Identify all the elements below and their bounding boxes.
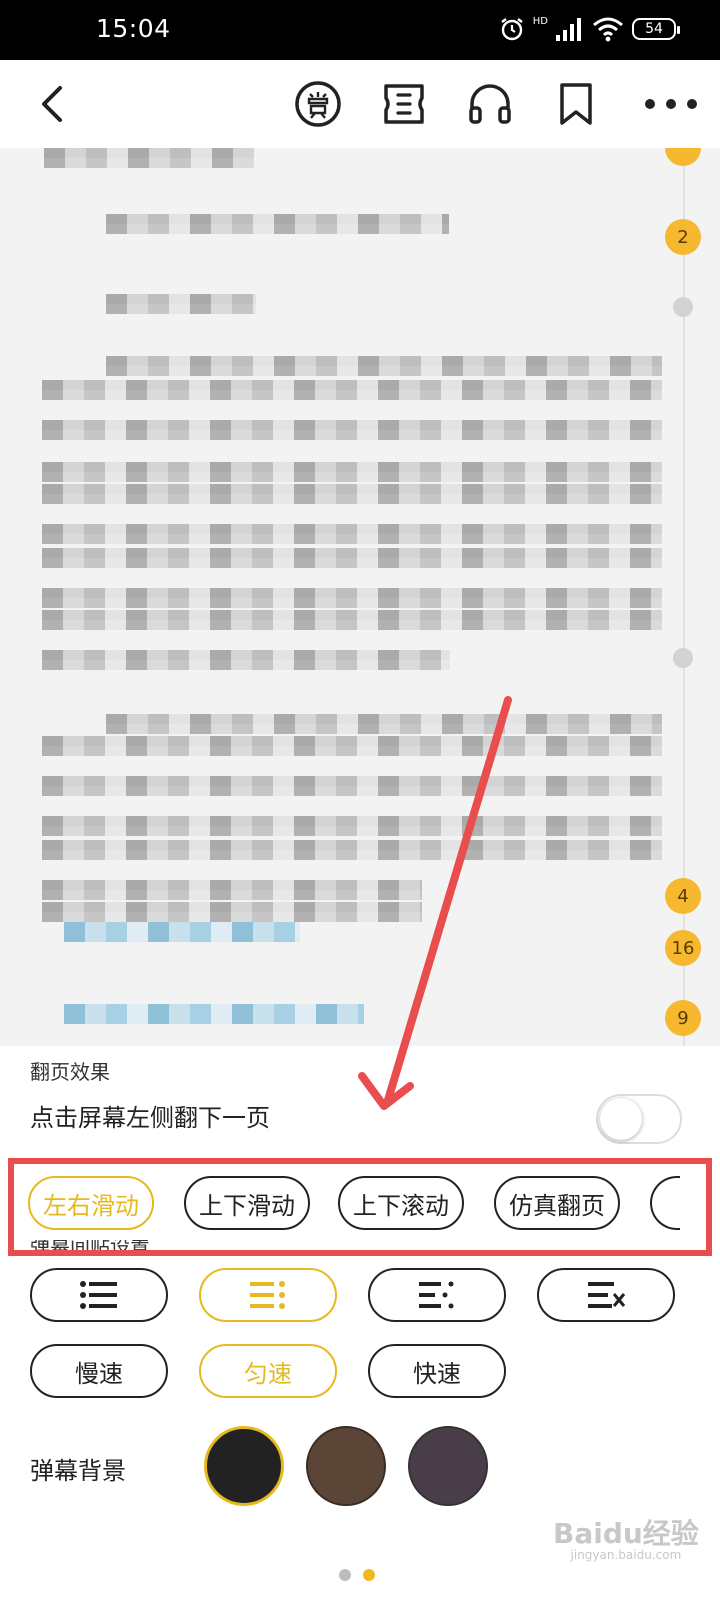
comment-dot[interactable] [673, 297, 693, 317]
back-button[interactable] [28, 78, 80, 130]
text-line-blurred [42, 816, 662, 836]
reader-content[interactable]: 2 4 16 9 [0, 148, 720, 1046]
danmaku-bg-swatch-black[interactable] [204, 1426, 284, 1506]
text-line-blurred [42, 902, 422, 922]
speed-slow-button[interactable]: 慢速 [30, 1344, 168, 1398]
status-time: 15:04 [96, 14, 171, 43]
cellular-signal-icon [556, 18, 581, 41]
page-turn-option-slide-horizontal[interactable]: 左右滑动 [28, 1176, 154, 1230]
headphones-icon [469, 84, 511, 124]
danmaku-bg-swatch-purple[interactable] [408, 1426, 488, 1506]
list-dense-icon [80, 1281, 117, 1309]
alarm-icon [501, 18, 523, 41]
more-button[interactable] [640, 78, 702, 130]
text-line-blurred [42, 650, 450, 670]
text-line-blurred [42, 736, 662, 756]
reward-icon [295, 81, 341, 127]
page-dot-active[interactable] [363, 1569, 375, 1581]
text-line-blurred [106, 714, 662, 734]
comment-dot[interactable] [673, 648, 693, 668]
text-line-blurred [42, 588, 662, 608]
page-turn-option-simulated[interactable]: 仿真翻页 [494, 1176, 620, 1230]
reader-top-nav [0, 60, 720, 148]
text-line-blurred [64, 1004, 364, 1024]
listen-button[interactable] [464, 78, 516, 130]
text-line-blurred [64, 922, 300, 942]
status-icons: HD 54 [499, 16, 680, 42]
danmaku-spacing-section-title: 弹幕间贴设置 [30, 1234, 150, 1258]
bookmark-button[interactable] [550, 78, 602, 130]
text-line-blurred [42, 880, 422, 900]
speed-fast-button[interactable]: 快速 [368, 1344, 506, 1398]
watermark-brand: Baidu经验 [553, 1517, 699, 1550]
left-tap-label: 点击屏幕左侧翻下一页 [30, 1104, 270, 1132]
list-medium-icon [250, 1281, 285, 1309]
more-icon [645, 99, 697, 109]
text-line-blurred [106, 294, 256, 314]
text-line-blurred [44, 148, 254, 168]
comment-count-badge[interactable]: 16 [665, 930, 701, 966]
network-type: HD [532, 16, 548, 27]
settings-panel: 翻页效果 点击屏幕左侧翻下一页 左右滑动 上下滑动 上下滚动 仿真翻页 弹幕间贴… [0, 1046, 720, 1600]
comment-count-badge[interactable] [665, 148, 701, 166]
page-turn-section-title: 翻页效果 [30, 1060, 110, 1084]
danmaku-spacing-dense-button[interactable] [30, 1268, 168, 1322]
comment-count-badge[interactable]: 4 [665, 878, 701, 914]
text-line-blurred [42, 610, 662, 630]
bookmark-icon [560, 83, 592, 125]
danmaku-background-label: 弹幕背景 [30, 1457, 126, 1485]
watermark-url: jingyan.baidu.com [570, 1548, 682, 1562]
text-line-blurred [42, 462, 662, 482]
panel-page-indicator [339, 1569, 375, 1581]
left-tap-toggle[interactable] [596, 1094, 682, 1144]
reward-button[interactable] [292, 78, 344, 130]
status-bar: 15:04 HD 54 [0, 0, 720, 60]
table-of-contents-icon [384, 84, 424, 124]
text-line-blurred [42, 548, 662, 568]
battery-indicator: 54 [632, 18, 680, 40]
page-turn-option-scroll-vertical[interactable]: 上下滚动 [338, 1176, 464, 1230]
list-sparse-icon [419, 1281, 454, 1309]
comment-count-badge[interactable]: 9 [665, 1000, 701, 1036]
danmaku-bg-swatch-brown[interactable] [306, 1426, 386, 1506]
danmaku-spacing-medium-button[interactable] [199, 1268, 337, 1322]
page-turn-option-slide-vertical[interactable]: 上下滑动 [184, 1176, 310, 1230]
danmaku-spacing-sparse-button[interactable] [368, 1268, 506, 1322]
contents-button[interactable] [378, 78, 430, 130]
text-line-blurred [42, 380, 662, 400]
danmaku-spacing-off-button[interactable] [537, 1268, 675, 1322]
baidu-watermark: Baidu经验 jingyan.baidu.com [553, 1512, 699, 1562]
chevron-left-icon [42, 86, 62, 122]
text-line-blurred [106, 214, 449, 234]
toggle-knob [600, 1098, 642, 1140]
list-off-icon [588, 1282, 626, 1308]
text-line-blurred [42, 524, 662, 544]
text-line-blurred [42, 420, 662, 440]
page-dot[interactable] [339, 1569, 351, 1581]
text-line-blurred [106, 356, 662, 376]
comment-count-badge[interactable]: 2 [665, 219, 701, 255]
speed-medium-button[interactable]: 匀速 [199, 1344, 337, 1398]
text-line-blurred [42, 484, 662, 504]
page-turn-option-more[interactable] [650, 1176, 680, 1230]
text-line-blurred [42, 776, 662, 796]
text-line-blurred [42, 840, 662, 860]
wifi-icon [593, 17, 623, 42]
